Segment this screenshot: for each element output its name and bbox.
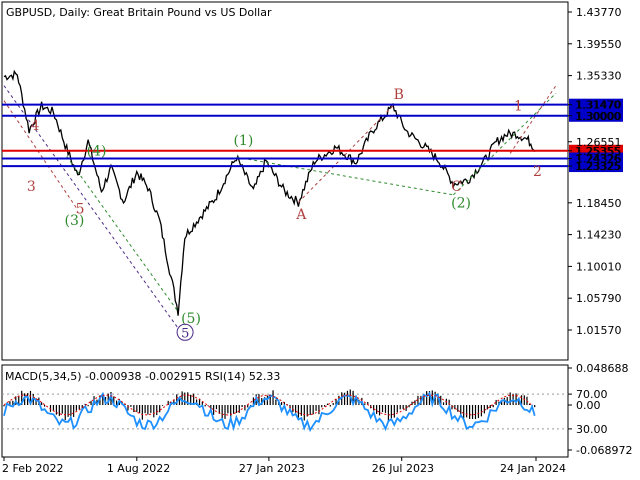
- chart-background: [0, 0, 640, 480]
- y-tick-label: 1.30000: [576, 110, 622, 123]
- y-tick-label: 1.05790: [576, 292, 622, 305]
- x-tick-label: 26 Jul 2023: [372, 462, 434, 475]
- chart-canvas: 1.314701.300001.253551.243261.23325 435(…: [0, 0, 640, 480]
- wave-label: 5: [181, 326, 189, 341]
- x-tick-label: 24 Jan 2024: [500, 462, 566, 475]
- y-tick-label: 1.10010: [576, 260, 622, 273]
- wave-label: 1: [514, 98, 523, 114]
- indicator-label: MACD(5,34,5) -0.000938 -0.002915 RSI(14)…: [5, 370, 280, 383]
- indicator-tick-label: 0.048688: [576, 362, 629, 375]
- y-tick-label: 1.35330: [576, 70, 622, 83]
- wave-label: (4): [87, 144, 107, 160]
- wave-label: B: [394, 87, 404, 103]
- wave-label: (1): [233, 133, 253, 149]
- x-tick-label: 1 Aug 2022: [107, 462, 170, 475]
- wave-label: (3): [65, 213, 85, 229]
- y-tick-label: 1.18450: [576, 197, 622, 210]
- wave-label: A: [295, 207, 307, 223]
- wave-label: 3: [27, 179, 36, 195]
- y-tick-label: 1.39550: [576, 38, 622, 51]
- wave-label: 2: [533, 164, 542, 180]
- chart-title: GBPUSD, Daily: Great Britain Pound vs US…: [6, 6, 272, 19]
- x-tick-label: 27 Jan 2023: [239, 462, 305, 475]
- indicator-tick-label: -0.068972: [576, 444, 632, 457]
- rsi-tick-label: 70.00: [576, 388, 608, 401]
- y-tick-label: 1.01570: [576, 324, 622, 337]
- x-tick-label: 2 Feb 2022: [2, 462, 63, 475]
- y-tick-label: 1.14230: [576, 229, 622, 242]
- rsi-tick-label: 30.00: [576, 423, 608, 436]
- wave-label: 4: [31, 118, 40, 134]
- wave-label: C: [451, 179, 462, 195]
- y-tick-label: 1.23325: [576, 160, 622, 173]
- wave-label: (2): [451, 196, 471, 212]
- y-tick-label: 1.43770: [576, 6, 622, 19]
